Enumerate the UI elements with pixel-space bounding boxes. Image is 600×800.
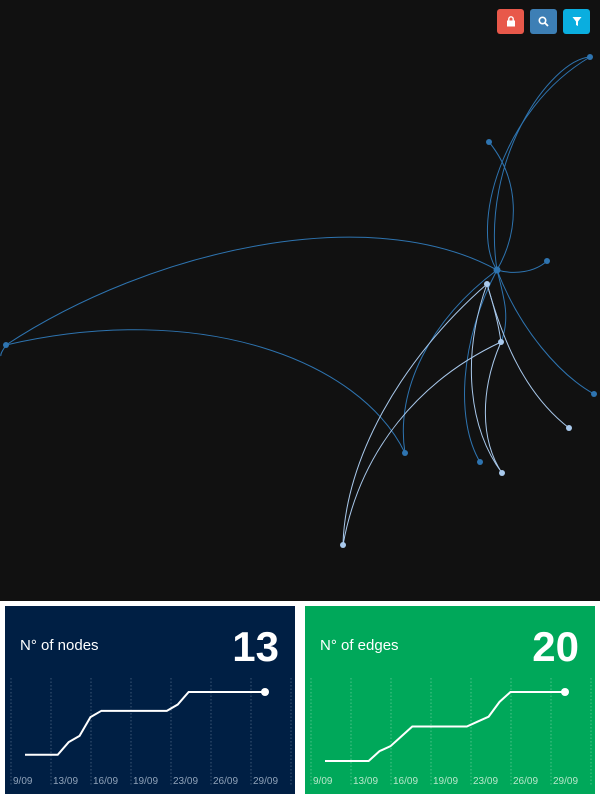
edges-count-value: 20: [532, 623, 579, 670]
x-tick-label: 19/09: [433, 776, 458, 787]
graph-edge: [496, 260, 548, 273]
edges-count-label: N° of edges: [320, 637, 399, 654]
graph-edge: [470, 283, 503, 474]
graph-node[interactable]: [591, 391, 597, 397]
chart-grid: [10, 678, 292, 786]
nodes-history-chart: 9/09 13/09 16/09 19/09 23/09 26/09 29/09: [10, 678, 292, 787]
graph-edge: [488, 141, 514, 271]
x-tick-label: 23/09: [473, 776, 498, 787]
edges-history-chart: 9/09 13/09 16/09 19/09 23/09 26/09 29/09: [310, 678, 592, 787]
graph-node[interactable]: [499, 470, 505, 476]
x-tick-label: 19/09: [133, 776, 158, 787]
series-line: [25, 691, 265, 756]
nodes-count-label: N° of nodes: [20, 637, 99, 654]
x-tick-label: 16/09: [93, 776, 118, 787]
network-graph[interactable]: [0, 0, 600, 601]
graph-edge: [5, 329, 406, 454]
x-tick-label: 26/09: [213, 776, 238, 787]
graph-toolbar: [497, 9, 590, 34]
filter-icon: [572, 17, 581, 26]
graph-node[interactable]: [486, 139, 492, 145]
graph-node[interactable]: [544, 258, 550, 264]
x-tick-label: 26/09: [513, 776, 538, 787]
nodes-count-value: 13: [232, 623, 279, 670]
graph-node[interactable]: [402, 450, 408, 456]
graph-node[interactable]: [477, 459, 483, 465]
x-tick-label: 29/09: [553, 776, 578, 787]
graph-edge: [493, 56, 591, 271]
series-last-point: [561, 688, 569, 696]
x-tick-label: 23/09: [173, 776, 198, 787]
graph-edges: [0, 56, 595, 546]
search-icon: [538, 16, 549, 27]
x-tick-label: 13/09: [53, 776, 78, 787]
graph-node[interactable]: [498, 339, 504, 345]
filter-button[interactable]: [563, 9, 590, 34]
graph-node[interactable]: [493, 266, 501, 274]
graph-node[interactable]: [3, 342, 9, 348]
edges-count-card: N° of edges 20 9/09 13/09 16/09 19/09 23/09 2…: [305, 606, 595, 794]
graph-node[interactable]: [340, 542, 346, 548]
x-tick-label: 13/09: [353, 776, 378, 787]
series-last-point: [261, 688, 269, 696]
graph-node[interactable]: [484, 281, 490, 287]
graph-edge: [486, 283, 570, 429]
x-tick-label: 16/09: [393, 776, 418, 787]
lock-icon: [506, 16, 515, 27]
x-tick-label: 9/09: [13, 776, 33, 787]
graph-edge: [496, 269, 595, 395]
series-line: [325, 691, 565, 762]
nodes-count-card: N° of nodes 13 9/09 13/09 16/09 19/09 23/09 2…: [5, 606, 295, 794]
lock-button[interactable]: [497, 9, 524, 34]
graph-node[interactable]: [566, 425, 572, 431]
graph-edge: [484, 341, 503, 474]
x-tick-label: 29/09: [253, 776, 278, 787]
chart-grid: [310, 678, 592, 786]
graph-canvas[interactable]: [0, 0, 600, 601]
search-button[interactable]: [530, 9, 557, 34]
graph-node[interactable]: [587, 54, 593, 60]
graph-edge: [5, 236, 498, 346]
x-tick-label: 9/09: [313, 776, 333, 787]
graph-nodes[interactable]: [3, 54, 597, 548]
